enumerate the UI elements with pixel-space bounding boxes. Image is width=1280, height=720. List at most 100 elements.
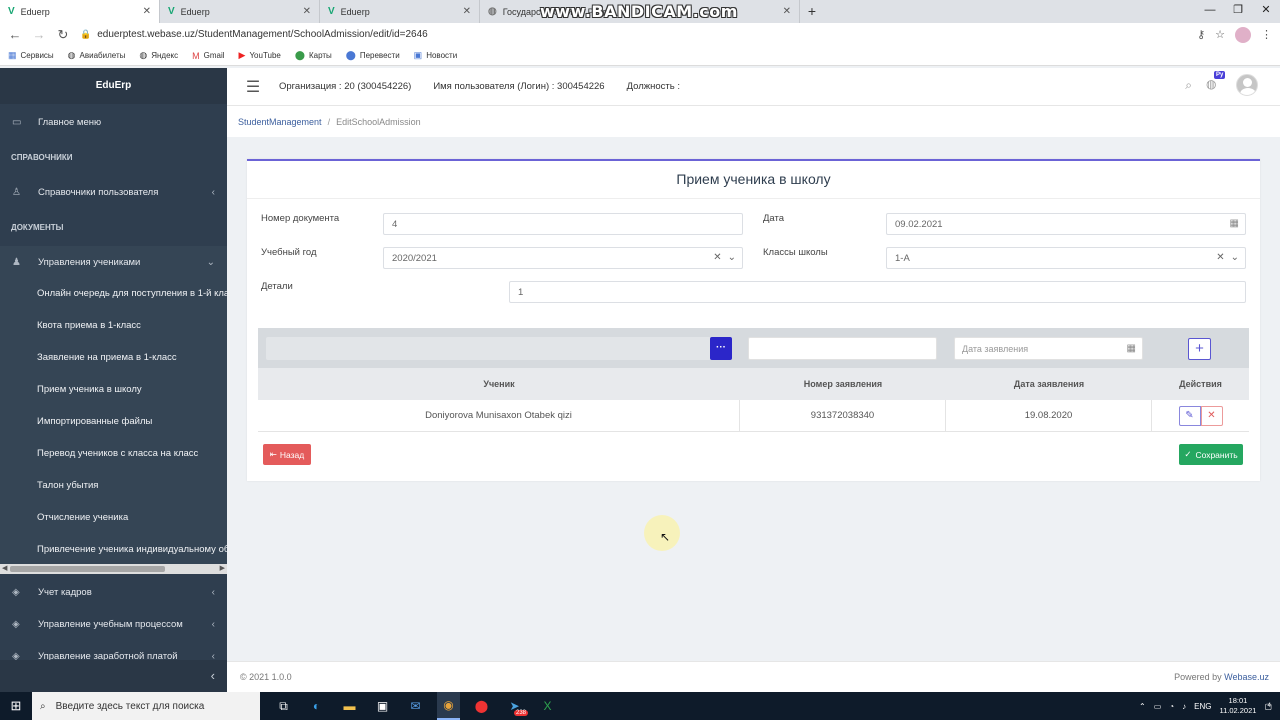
bookmark-youtube[interactable]: ▶ YouTube (239, 50, 281, 61)
browser-tab[interactable]: V Eduerp ✕ (0, 0, 160, 23)
search-icon: ⌕ (40, 700, 46, 712)
sidebar-subitem[interactable]: Перевод учеников с класса на класс (0, 438, 227, 470)
mail-icon[interactable]: ✉ (404, 692, 427, 720)
menu-kebab-icon[interactable]: ⋮ (1261, 28, 1272, 41)
clear-icon[interactable]: ✕ (713, 252, 721, 263)
close-tab-icon[interactable]: ✕ (303, 6, 311, 17)
taskbar-clock[interactable]: 18:01 11.02.2021 (1219, 696, 1256, 716)
brand-logo[interactable]: EduErp (0, 68, 227, 104)
student-lookup-input[interactable] (266, 337, 711, 360)
scrollbar-thumb[interactable] (10, 566, 165, 572)
calendar-icon[interactable]: ▦ (1127, 338, 1136, 360)
sidebar-item-edu-process[interactable]: ◈ Управление учебным процессом ‹ (0, 608, 227, 640)
sidebar-horizontal-scrollbar[interactable]: ◀ ▶ (0, 564, 227, 574)
taskbar-search-box[interactable]: ⌕ Введите здесь текст для поиска (32, 692, 260, 720)
bookmark-maps[interactable]: ⬤ Карты (295, 50, 332, 61)
sidebar-subitem-active[interactable]: Прием ученика в школу (0, 374, 227, 406)
keyboard-lang[interactable]: ENG (1194, 702, 1211, 711)
forward-arrow-icon[interactable]: → (32, 27, 46, 42)
scroll-left-icon[interactable]: ◀ (2, 564, 7, 574)
notifications-icon[interactable]: ▢ 4 (1264, 702, 1272, 711)
save-button[interactable]: ✓ Сохранить (1179, 444, 1243, 465)
key-icon[interactable]: ⚷ (1197, 28, 1205, 41)
language-switcher[interactable]: ◍ Ру (1206, 71, 1226, 93)
sidebar-subitem[interactable]: Импортированные файлы (0, 406, 227, 438)
school-year-select[interactable]: 2020/2021 ✕ ⌄ (383, 247, 743, 269)
file-explorer-icon[interactable]: ▬ (338, 692, 361, 720)
windows-start-icon[interactable]: ⊞ (0, 698, 32, 714)
new-tab-button[interactable]: + (800, 0, 824, 23)
address-bar: ← → ↻ 🔒 eduerptest.webase.uz/StudentMana… (0, 23, 1280, 46)
details-input[interactable]: 1 (509, 281, 1246, 303)
sidebar-section-docs: ДОКУМЕНТЫ (11, 223, 64, 232)
restore-icon[interactable]: ❐ (1224, 0, 1252, 23)
bookmark-yandex[interactable]: ◍ Яндекс (139, 50, 178, 61)
url-field[interactable]: 🔒 eduerptest.webase.uz/StudentManagement… (80, 25, 1187, 45)
network-icon[interactable]: ◔ (1169, 702, 1174, 711)
school-classes-select[interactable]: 1-А ✕ ⌄ (886, 247, 1246, 269)
calendar-icon[interactable]: ▦ (1230, 218, 1239, 229)
reload-icon[interactable]: ↻ (56, 27, 70, 43)
close-tab-icon[interactable]: ✕ (463, 6, 471, 17)
back-button[interactable]: ⇤ Назад (263, 444, 311, 465)
tray-chevron-icon[interactable]: ⌃ (1139, 702, 1146, 711)
hamburger-menu-icon[interactable]: ☰ (227, 77, 279, 97)
check-icon: ✓ (1184, 449, 1192, 459)
profile-avatar[interactable] (1235, 26, 1251, 43)
sidebar-subitem[interactable]: Онлайн очередь для поступления в 1-й кла… (0, 278, 227, 310)
sidebar-item-hr[interactable]: ◈ Учет кадров ‹ (0, 576, 227, 608)
breadcrumb-parent-link[interactable]: StudentManagement (238, 117, 322, 127)
bookmark-gmail[interactable]: M Gmail (192, 51, 224, 61)
browser-tab[interactable]: V Eduerp ✕ (160, 0, 320, 23)
sidebar-subitem[interactable]: Талон убытия (0, 470, 227, 502)
chevron-down-icon[interactable]: ⌄ (728, 252, 736, 263)
lookup-dots-button[interactable]: ··· (710, 337, 732, 360)
edge-icon[interactable]: ◐ (305, 692, 328, 720)
doc-number-input[interactable]: 4 (383, 213, 743, 235)
bandicam-record-icon[interactable]: ⬤ (470, 692, 493, 720)
sidebar-item-students[interactable]: ♟ Управления учениками ⌄ (0, 246, 227, 278)
user-icon: ♙ (12, 186, 21, 198)
telegram-icon[interactable]: ➤ 238 (503, 692, 528, 720)
star-icon[interactable]: ☆ (1215, 28, 1225, 41)
search-icon[interactable]: ⌕ (1185, 78, 1192, 93)
bookmark-news[interactable]: ▣ Новости (414, 50, 457, 61)
task-view-icon[interactable]: ⧉ (272, 692, 295, 720)
sidebar-section-refs: СПРАВОЧНИКИ (11, 153, 73, 162)
sidebar-collapse-button[interactable]: ‹ (0, 660, 227, 692)
speaker-icon[interactable]: ♪ (1182, 702, 1186, 711)
scroll-right-icon[interactable]: ▶ (220, 564, 225, 574)
back-arrow-icon[interactable]: ← (8, 27, 22, 42)
delete-x-icon[interactable]: ✕ (1200, 405, 1223, 426)
sidebar-item-user-refs[interactable]: ♙ Справочники пользователя ‹ (0, 176, 227, 208)
laptop-tray-icon[interactable]: ▭ (1154, 702, 1162, 711)
arrow-left-icon: ⇤ (269, 449, 277, 459)
application-number-input[interactable] (748, 337, 937, 360)
chevron-down-icon[interactable]: ⌄ (1231, 252, 1239, 263)
excel-icon[interactable]: X (536, 692, 559, 720)
chrome-icon[interactable]: ◉ (437, 692, 460, 720)
add-row-button[interactable]: + (1188, 338, 1211, 360)
sidebar-item-main-menu[interactable]: ▭ Главное меню (0, 106, 227, 138)
close-tab-icon[interactable]: ✕ (143, 6, 151, 17)
minimize-icon[interactable]: — (1196, 0, 1224, 23)
sidebar-subitem[interactable]: Привлечение ученика индивидуальному обуч… (0, 534, 227, 566)
sidebar-subitem[interactable]: Заявление на приема в 1-класс (0, 342, 227, 374)
bookmark-flights[interactable]: ◍ Авиабилеты (68, 50, 126, 61)
application-date-input[interactable]: Дата заявления ▦ (954, 337, 1143, 360)
webase-link[interactable]: Webase.uz (1224, 672, 1269, 682)
store-icon[interactable]: ▣ (371, 692, 394, 720)
bookmark-services[interactable]: ▦ Сервисы (8, 50, 54, 61)
date-input[interactable]: 09.02.2021 ▦ (886, 213, 1246, 235)
clear-icon[interactable]: ✕ (1216, 252, 1224, 263)
gmail-icon: M (192, 50, 200, 61)
bookmark-translate[interactable]: ⬤ Перевести (346, 50, 400, 61)
user-avatar[interactable] (1236, 74, 1258, 96)
os-taskbar: ⊞ ⌕ Введите здесь текст для поиска ⧉ ◐ ▬… (0, 692, 1280, 720)
edit-pencil-icon[interactable]: ✎ (1178, 405, 1201, 426)
browser-tab[interactable]: V Eduerp ✕ (320, 0, 480, 23)
close-window-icon[interactable]: ✕ (1252, 0, 1280, 23)
close-tab-icon[interactable]: ✕ (783, 6, 791, 17)
sidebar-subitem[interactable]: Квота приема в 1-класс (0, 310, 227, 342)
sidebar-subitem[interactable]: Отчисление ученика (0, 502, 227, 534)
